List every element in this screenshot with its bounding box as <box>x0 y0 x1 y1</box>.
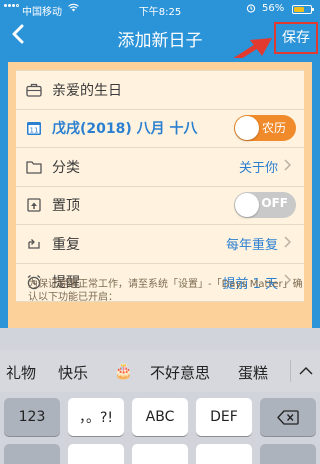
date-value[interactable]: 戊戌(2018) 八月 十八 <box>52 118 234 138</box>
backspace-icon <box>277 409 299 425</box>
event-name-input[interactable]: 亲爱的生日 <box>52 80 304 100</box>
repeat-label: 重复 <box>52 236 80 253</box>
collapse-keyboard-button[interactable] <box>290 360 320 382</box>
chevron-right-icon <box>284 159 298 175</box>
pin-top-icon <box>26 197 42 213</box>
keyboard-key-partial[interactable] <box>196 444 252 464</box>
reminder-note: 为保证提醒正常工作，请至系统「设置」-「Days Matter」确认以下功能已开… <box>28 279 303 303</box>
keyboard-key-partial[interactable] <box>260 444 316 464</box>
suggestion-item[interactable]: 🎂 <box>114 362 133 380</box>
folder-icon <box>26 159 42 175</box>
suggestion-item[interactable]: 礼物 <box>6 362 36 383</box>
content-area: 亲爱的生日 11 戊戌(2018) 八月 十八 农历 分类 关于你 置顶 OFF… <box>0 58 320 328</box>
numbers-key[interactable]: 123 <box>4 398 60 436</box>
lunar-toggle[interactable]: 农历 <box>234 115 296 142</box>
def-key[interactable]: DEF <box>196 398 252 436</box>
chevron-right-icon <box>284 236 298 252</box>
battery-percent: 56% <box>262 3 285 14</box>
punctuation-key[interactable]: ，。?! <box>68 398 124 436</box>
category-row[interactable]: 分类 关于你 <box>16 148 304 187</box>
save-button[interactable]: 保存 <box>274 22 318 54</box>
toggle-knob <box>235 116 259 141</box>
suggestion-item[interactable]: 蛋糕 <box>238 362 268 383</box>
alarm-icon <box>246 3 256 16</box>
date-row[interactable]: 11 戊戌(2018) 八月 十八 农历 <box>16 110 304 148</box>
pin-top-row: 置顶 OFF <box>16 187 304 225</box>
pin-top-label: 置顶 <box>52 198 80 215</box>
abc-key[interactable]: ABC <box>132 398 188 436</box>
chevron-up-icon <box>299 367 312 375</box>
pin-top-toggle-label: OFF <box>261 196 288 211</box>
keyboard-suggestion-bar: 礼物 快乐 🎂 不好意思 蛋糕 <box>0 350 320 392</box>
category-label: 分类 <box>52 159 80 176</box>
keyboard-key-partial[interactable] <box>4 444 60 464</box>
keyboard-key-partial[interactable] <box>132 444 188 464</box>
category-value: 关于你 <box>238 161 278 177</box>
suggestion-item[interactable]: 不好意思 <box>150 362 210 383</box>
name-row[interactable]: 亲爱的生日 <box>16 71 304 110</box>
repeat-value: 每年重复 <box>225 238 278 254</box>
repeat-icon <box>26 236 42 252</box>
delete-key[interactable] <box>260 398 316 436</box>
keyboard: 123 ，。?! ABC DEF <box>0 392 320 464</box>
form-card: 亲爱的生日 11 戊戌(2018) 八月 十八 农历 分类 关于你 置顶 OFF… <box>8 62 312 328</box>
toggle-knob <box>235 193 259 218</box>
pin-top-toggle[interactable]: OFF <box>234 192 296 219</box>
repeat-row[interactable]: 重复 每年重复 <box>16 225 304 264</box>
lunar-toggle-label: 农历 <box>261 121 286 136</box>
calendar-day-number: 11 <box>30 127 39 135</box>
calendar-icon: 11 <box>26 120 42 136</box>
briefcase-icon <box>26 82 42 98</box>
battery-icon <box>292 5 314 14</box>
keyboard-key-partial[interactable] <box>68 444 124 464</box>
suggestion-item[interactable]: 快乐 <box>58 362 88 383</box>
status-bar: 中国移动 下午8:25 56% <box>0 0 320 18</box>
form-list: 亲爱的生日 11 戊戌(2018) 八月 十八 农历 分类 关于你 置顶 OFF… <box>16 70 304 302</box>
